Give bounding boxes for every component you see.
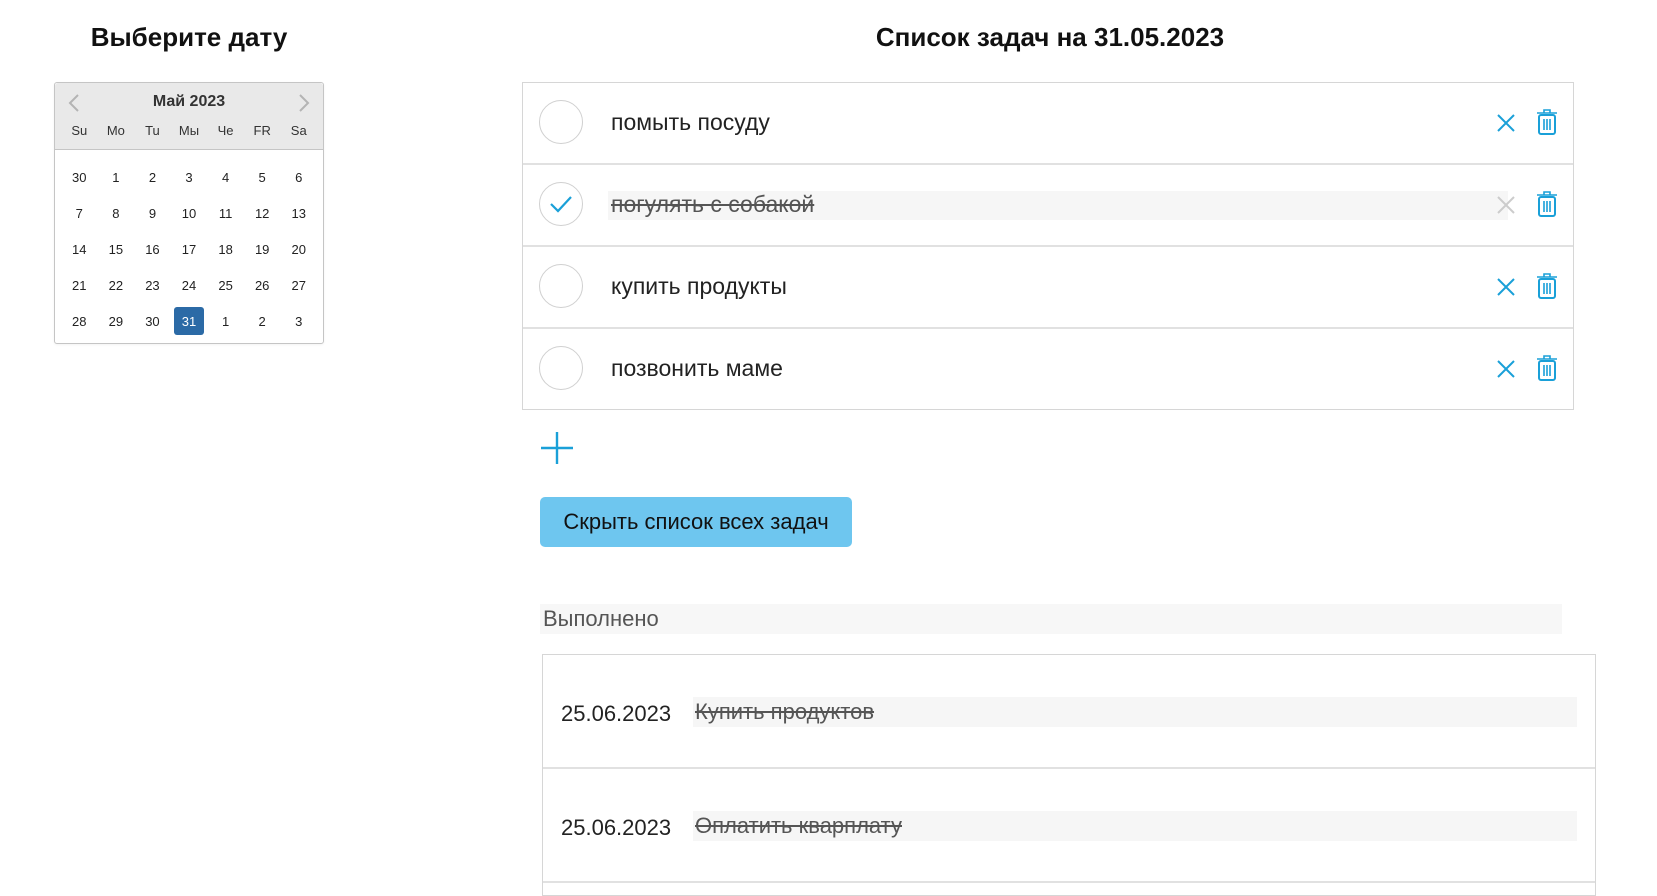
calendar-day[interactable]: 19	[244, 231, 281, 267]
hide-all-tasks-button[interactable]: Скрыть список всех задач	[540, 497, 852, 547]
task-text[interactable]: погулять с собакой	[611, 190, 814, 218]
weekday-label: Mo	[106, 123, 125, 138]
calendar-day[interactable]: 14	[61, 231, 98, 267]
calendar-week: 7 8 9 10 11 12 13	[61, 195, 317, 231]
chevron-right-icon[interactable]	[291, 91, 315, 115]
calendar-day[interactable]: 29	[98, 303, 135, 339]
task-item: купить продукты	[523, 247, 1573, 329]
calendar-day[interactable]: 6	[280, 159, 317, 195]
calendar-day[interactable]: 15	[98, 231, 135, 267]
calendar-day[interactable]: 2	[134, 159, 171, 195]
calendar-day[interactable]: 18	[207, 231, 244, 267]
task-text[interactable]: позвонить маме	[611, 354, 783, 382]
task-item-done: погулять с собакой	[523, 165, 1573, 247]
checkmark-icon	[550, 196, 572, 213]
calendar-month-title: Май 2023	[152, 93, 226, 110]
calendar-day[interactable]: 10	[171, 195, 208, 231]
calendar-day[interactable]: 30	[134, 303, 171, 339]
weekday-label: Мы	[178, 123, 200, 138]
plus-icon[interactable]	[539, 430, 575, 466]
calendar-week: 14 15 16 17 18 19 20	[61, 231, 317, 267]
task-checkbox[interactable]	[539, 264, 583, 308]
task-text[interactable]: купить продукты	[611, 272, 787, 300]
calendar: Май 2023 Su Mo Tu Мы Че FR Sa 30 1 2 3 4…	[54, 82, 324, 344]
task-list-heading: Список задач на 31.05.2023	[875, 22, 1225, 52]
calendar-day[interactable]: 1	[98, 159, 135, 195]
task-checkbox-checked[interactable]	[539, 182, 583, 226]
completed-item-text: Купить продуктов	[695, 699, 875, 724]
calendar-day[interactable]: 25	[207, 267, 244, 303]
completed-item-text: Оплатить кварплату	[695, 813, 902, 838]
task-list: помыть посуду погулять с собакой купить …	[522, 82, 1574, 410]
completed-item-date: 25.06.2023	[561, 701, 672, 726]
calendar-day[interactable]: 16	[134, 231, 171, 267]
trash-icon[interactable]	[1535, 190, 1559, 218]
calendar-day[interactable]: 8	[98, 195, 135, 231]
calendar-day[interactable]: 1	[207, 303, 244, 339]
calendar-day-selected[interactable]: 31	[171, 303, 208, 339]
calendar-day[interactable]: 5	[244, 159, 281, 195]
calendar-day[interactable]: 11	[207, 195, 244, 231]
calendar-day[interactable]: 9	[134, 195, 171, 231]
calendar-day[interactable]: 21	[61, 267, 98, 303]
weekday-label: Su	[71, 123, 88, 138]
completed-item-date: 25.06.2023	[561, 815, 672, 840]
trash-icon[interactable]	[1535, 272, 1559, 300]
weekday-label: Че	[217, 123, 234, 138]
calendar-week: 30 1 2 3 4 5 6	[61, 159, 317, 195]
date-picker-heading: Выберите дату	[90, 22, 288, 52]
calendar-day[interactable]: 2	[244, 303, 281, 339]
task-checkbox[interactable]	[539, 100, 583, 144]
task-checkbox[interactable]	[539, 346, 583, 390]
calendar-day[interactable]: 17	[171, 231, 208, 267]
task-item: позвонить маме	[523, 329, 1573, 409]
calendar-day[interactable]: 12	[244, 195, 281, 231]
calendar-day[interactable]: 26	[244, 267, 281, 303]
calendar-week: 21 22 23 24 25 26 27	[61, 267, 317, 303]
calendar-week: 28 29 30 31 1 2 3	[61, 303, 317, 339]
close-icon[interactable]	[1493, 110, 1519, 136]
task-item: помыть посуду	[523, 83, 1573, 165]
calendar-day[interactable]: 27	[280, 267, 317, 303]
trash-icon[interactable]	[1535, 108, 1559, 136]
close-icon[interactable]	[1493, 356, 1519, 382]
calendar-day[interactable]: 7	[61, 195, 98, 231]
close-icon[interactable]	[1493, 192, 1519, 218]
trash-icon[interactable]	[1535, 354, 1559, 382]
task-text[interactable]: помыть посуду	[611, 108, 770, 136]
calendar-day[interactable]: 22	[98, 267, 135, 303]
weekday-label: Tu	[145, 123, 160, 138]
completed-title-background	[540, 604, 1562, 634]
calendar-day[interactable]: 30	[61, 159, 98, 195]
calendar-day[interactable]: 3	[171, 159, 208, 195]
calendar-day[interactable]: 20	[280, 231, 317, 267]
calendar-day[interactable]: 23	[134, 267, 171, 303]
weekday-label: Sa	[290, 123, 307, 138]
close-icon[interactable]	[1493, 274, 1519, 300]
completed-item: 25.06.2023 Купить продуктов	[543, 655, 1595, 769]
calendar-day[interactable]: 4	[207, 159, 244, 195]
calendar-day[interactable]: 24	[171, 267, 208, 303]
calendar-header: Май 2023 Su Mo Tu Мы Че FR Sa	[55, 83, 323, 150]
completed-item: 25.06.2023 Оплатить кварплату	[543, 769, 1595, 883]
completed-list: 25.06.2023 Купить продуктов 25.06.2023 О…	[542, 654, 1596, 896]
calendar-grid: 30 1 2 3 4 5 6 7 8 9 10 11 12 13 14 15 1…	[61, 159, 317, 339]
calendar-weekdays: Su Mo Tu Мы Че FR Sa	[61, 123, 317, 138]
completed-title: Выполнено	[543, 606, 659, 631]
weekday-label: FR	[253, 123, 271, 138]
calendar-day[interactable]: 13	[280, 195, 317, 231]
calendar-day[interactable]: 28	[61, 303, 98, 339]
calendar-day[interactable]: 3	[280, 303, 317, 339]
